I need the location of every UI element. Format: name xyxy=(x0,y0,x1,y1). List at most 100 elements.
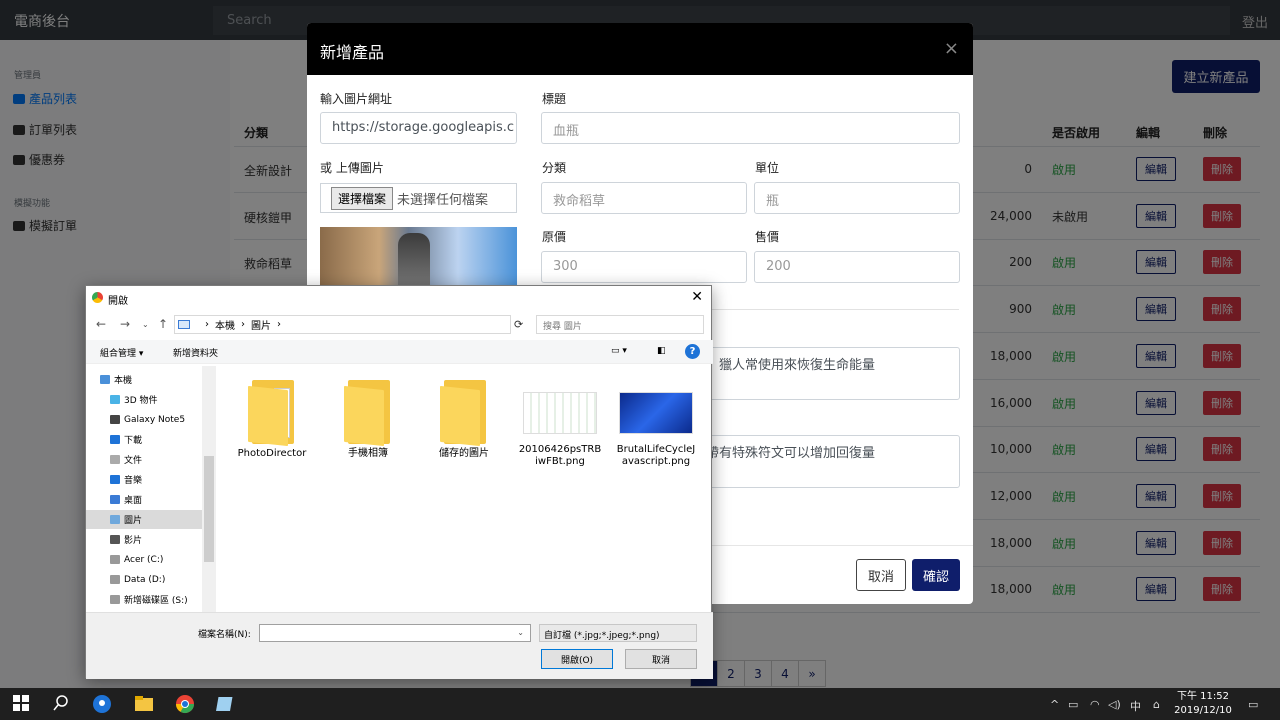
filename-label: 檔案名稱(N): xyxy=(198,630,251,640)
modal-title: 新增產品 xyxy=(320,43,385,62)
chevron-up-icon[interactable]: ^ xyxy=(1050,698,1059,711)
file-explorer-icon[interactable] xyxy=(134,694,154,714)
up-arrow-icon[interactable]: ↑ xyxy=(158,317,168,331)
ime-mode-icon[interactable]: ⌂ xyxy=(1153,698,1160,711)
tree-item-label: 本機 xyxy=(114,376,133,386)
system-clock[interactable]: 下午 11:52 2019/12/10 xyxy=(1170,690,1236,718)
maps-icon[interactable] xyxy=(92,694,112,714)
price-input[interactable]: 200 xyxy=(754,251,960,283)
tree-item[interactable]: 本機 xyxy=(100,370,195,389)
volume-icon[interactable]: ◁) xyxy=(1108,698,1121,711)
orig-price-label: 原價 xyxy=(542,230,567,244)
drive-icon xyxy=(110,575,120,584)
wifi-icon[interactable]: ◠ xyxy=(1090,698,1100,711)
open-button[interactable]: 開啟(O) xyxy=(541,649,613,669)
cancel-button[interactable]: 取消 xyxy=(856,559,906,591)
file-open-dialog: 開啟 ✕ ← → ⌄ ↑ › 本機 › 圖片 › ⟳ 搜尋 圖片 組合管理 ▾ … xyxy=(85,285,713,679)
product-image-preview xyxy=(320,227,517,287)
tree-item-label: 影片 xyxy=(124,536,143,546)
tree-item[interactable]: 圖片 xyxy=(86,510,202,529)
choose-file-button[interactable]: 選擇檔案 xyxy=(331,186,394,210)
desktop-icon xyxy=(110,495,120,504)
close-icon[interactable]: ✕ xyxy=(691,289,703,305)
file-item[interactable]: 20106426psTRBiwFBt.png xyxy=(518,380,602,468)
tree-item[interactable]: 新增磁碟區 (S:) xyxy=(110,590,205,609)
notepad-icon[interactable] xyxy=(216,694,236,714)
tree-item[interactable]: 下載 xyxy=(110,430,205,449)
chrome-taskbar-icon[interactable] xyxy=(175,694,195,714)
search-icon[interactable] xyxy=(52,694,72,714)
ime-indicator[interactable]: 中 xyxy=(1130,698,1141,714)
breadcrumb-separator: › xyxy=(241,319,245,330)
title-input[interactable]: 血瓶 xyxy=(541,112,960,144)
file-item[interactable]: 儲存的圖片 xyxy=(422,380,506,460)
tree-item[interactable]: 影片 xyxy=(110,530,205,549)
dialog-title: 開啟 xyxy=(108,296,128,307)
dialog-toolbar: 組合管理 ▾ 新增資料夾 ▭ ▾ ◧ ? xyxy=(86,340,713,364)
forward-arrow-icon[interactable]: → xyxy=(120,317,130,331)
organize-button[interactable]: 組合管理 ▾ xyxy=(100,346,143,359)
category-label: 分類 xyxy=(542,161,567,175)
tree-item[interactable]: Galaxy Note5 xyxy=(110,410,205,429)
content-text: 帶有特殊符文可以增加回復量 xyxy=(706,446,876,461)
pictures-icon xyxy=(110,515,120,524)
tree-item-label: 桌面 xyxy=(124,496,143,506)
chevron-down-icon[interactable]: ⌄ xyxy=(517,628,524,637)
file-name: 20106426psTRBiwFBt.png xyxy=(518,444,602,467)
dialog-cancel-button[interactable]: 取消 xyxy=(625,649,697,669)
tree-item[interactable]: Acer (C:) xyxy=(110,550,205,569)
video-icon xyxy=(110,535,120,544)
scrollbar-thumb[interactable] xyxy=(204,456,214,562)
tree-item[interactable]: 3D 物件 xyxy=(110,390,205,409)
preview-pane-icon[interactable]: ◧ xyxy=(657,346,666,356)
recent-locations-icon[interactable]: ⌄ xyxy=(142,320,149,329)
tree-item[interactable]: 文件 xyxy=(110,450,205,469)
file-item[interactable]: 手機相簿 xyxy=(326,380,410,460)
orig-price-input[interactable]: 300 xyxy=(541,251,747,283)
category-input[interactable]: 救命稻草 xyxy=(541,182,747,214)
file-item[interactable]: PhotoDirector xyxy=(230,380,314,460)
back-arrow-icon[interactable]: ← xyxy=(96,317,106,331)
file-input[interactable]: 選擇檔案 未選擇任何檔案 xyxy=(320,183,517,213)
tree-item[interactable]: 桌面 xyxy=(110,490,205,509)
windows-taskbar: ^ ▭ ◠ ◁) 中 ⌂ 下午 11:52 2019/12/10 ▭ xyxy=(0,688,1280,720)
tree-item-label: 3D 物件 xyxy=(124,396,158,406)
tree-item-label: Data (D:) xyxy=(124,574,166,585)
refresh-icon[interactable]: ⟳ xyxy=(514,318,523,331)
tree-item-label: 新增磁碟區 (S:) xyxy=(124,596,188,606)
breadcrumb-pictures[interactable]: 圖片 xyxy=(251,317,271,332)
chrome-icon xyxy=(92,292,103,303)
clock-date: 2019/12/10 xyxy=(1174,705,1232,716)
folder-tree: 本機 3D 物件 Galaxy Note5 下載 文件音樂桌面圖片影片 Acer (C:)… xyxy=(86,366,216,612)
breadcrumb-this-pc[interactable]: 本機 xyxy=(215,317,235,332)
filetype-select[interactable]: 自訂檔 (*.jpg;*.jpeg;*.png) xyxy=(539,624,697,642)
confirm-button[interactable]: 確認 xyxy=(912,559,960,591)
upload-label: 或 上傳圖片 xyxy=(320,161,384,175)
help-icon[interactable]: ? xyxy=(685,344,700,359)
tree-item-label: 音樂 xyxy=(124,476,143,486)
tree-scrollbar[interactable] xyxy=(202,366,216,612)
new-folder-button[interactable]: 新增資料夾 xyxy=(173,346,218,359)
unit-input[interactable]: 瓶 xyxy=(754,182,960,214)
view-options-icon[interactable]: ▭ ▾ xyxy=(611,346,627,356)
tree-item[interactable]: 音樂 xyxy=(110,470,205,489)
computer-icon xyxy=(100,375,110,384)
dialog-search-input[interactable]: 搜尋 圖片 xyxy=(536,315,704,334)
windows-start-icon[interactable] xyxy=(12,694,32,714)
battery-icon[interactable]: ▭ xyxy=(1068,698,1078,711)
file-item[interactable]: BrutalLifeCycleJavascript.png xyxy=(614,380,698,468)
description-textarea[interactable]: ，獵人常使用來恢復生命能量 xyxy=(705,347,960,400)
tree-item[interactable]: Data (D:) xyxy=(110,570,205,589)
title-label: 標題 xyxy=(542,92,567,106)
content-textarea[interactable]: 帶有特殊符文可以增加回復量 xyxy=(705,435,960,488)
dialog-bottom-bar: 檔案名稱(N): ⌄ 自訂檔 (*.jpg;*.jpeg;*.png) 開啟(O… xyxy=(86,612,713,679)
folder-icon xyxy=(440,380,488,447)
phone-icon xyxy=(110,415,120,424)
cube-icon xyxy=(110,395,120,404)
close-icon[interactable]: × xyxy=(944,38,959,59)
address-bar[interactable]: › 本機 › 圖片 › xyxy=(174,315,511,334)
notification-icon[interactable]: ▭ xyxy=(1248,698,1258,711)
unit-label: 單位 xyxy=(755,161,780,175)
image-url-input[interactable]: https://storage.googleapis.c xyxy=(320,112,517,144)
filename-input[interactable]: ⌄ xyxy=(259,624,531,642)
